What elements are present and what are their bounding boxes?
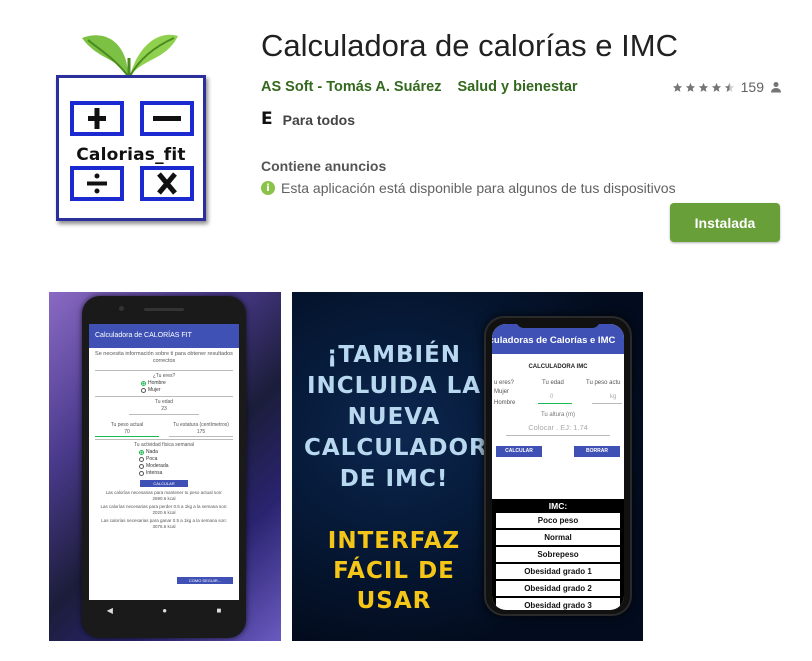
clear-button: BORRAR [574,446,620,457]
imc-buttons: CALCULAR BORRAR [492,446,624,457]
app-bar: Calculadora de CALORÍAS FIT [89,324,239,348]
availability: i Esta aplicación está disponible para a… [261,180,676,196]
age-label: Tu edad [154,399,174,405]
developer-link[interactable]: AS Soft - Tomás A. Suárez [261,79,441,95]
age-placeholder: 0 [550,394,554,400]
sex-question: u eres? [494,380,515,386]
app-bar: lculadoras de Calorías e IMC [492,324,624,354]
person-icon [771,82,781,93]
back-icon: ◀ [106,605,113,615]
calculate-button: CALCULAR [140,480,188,487]
app-title: Calculadora de calorías e IMC [261,28,678,63]
radio-male: Hombre [141,380,239,387]
more-button: COMO SEGUIR... [177,577,233,584]
phone-screen-2: lculadoras de Calorías e IMC CALCULADORA… [492,324,624,610]
imc-item: Normal [496,530,620,545]
imc-item: Sobrepeso [496,547,620,562]
height-value: 175 [196,429,206,435]
times-box [140,166,194,201]
phone-nav-bar: ◀ ● ■ [82,600,246,620]
imc-title: IMC: [548,501,568,511]
imc-form-row: u eres? Mujer Hombre Tu edad 0 Tu peso a… [492,370,624,410]
category-link[interactable]: Salud y bienestar [457,79,577,95]
leaves-icon [82,34,178,77]
divider [95,396,233,397]
subtitle: Se necesita información sobre ti para ob… [95,351,233,364]
sex-option-female: Mujer [494,389,510,395]
content-rating-label: Para todos [282,111,355,128]
screenshot-1[interactable]: Calculadora de CALORÍAS FIT Se necesita … [49,292,281,641]
divider [95,370,233,371]
activity-option: Nada [139,449,239,456]
speaker [144,308,184,311]
age-label: Tu edad [542,380,564,386]
icon-text: Calorias_fit [76,145,186,165]
content-rating: E Para todos [261,111,355,128]
camera [119,306,124,311]
weight-unit: kg [610,394,617,400]
sex-question: ¿Tu eres? [152,373,176,379]
phone-mockup-2: lculadoras de Calorías e IMC CALCULADORA… [484,316,632,616]
radio-female: Mujer [141,387,239,394]
star-half-icon [724,82,734,92]
sex-option-male: Hombre [494,400,516,406]
imc-item: Obesidad grado 2 [496,581,620,596]
result-maintain: Las calorías necesarias para mantener tu… [105,490,223,501]
weight-label: Tu peso actual [110,422,144,428]
availability-text: Esta aplicación está disponible para alg… [281,180,676,196]
divide-box [70,166,124,201]
activity-option: Moderada [139,463,239,470]
height-label: Tu altura (m) [540,412,576,418]
install-button[interactable]: Instalada [670,203,780,242]
rating-stars [672,82,735,93]
star-icon [685,82,695,92]
ads-label: Contiene anuncios [261,158,387,174]
height-label: Tu estatura (centímetros) [173,422,229,428]
imc-item: Obesidad grado 1 [496,564,620,579]
rating-count: 159 [740,79,764,95]
app-icon: Calorias_fit [52,28,210,224]
promo-subtitle: INTERFAZ FÁCIL DE USAR [327,528,461,614]
weight-label: Tu peso actu [586,380,621,386]
divider [95,439,233,440]
screenshot-2[interactable]: ¡TAMBIÉN INCLUIDA LA NUEVA CALCULADORA D… [292,292,643,641]
activity-question: Tu actividad física semanal [133,442,195,448]
minus-box [140,101,194,136]
home-icon: ● [162,605,168,615]
recents-icon: ■ [216,605,222,615]
activity-option: Intensa [139,470,239,477]
phone-mockup-1: Calculadora de CALORÍAS FIT Se necesita … [82,296,246,638]
age-underline [129,414,199,415]
star-icon [711,82,721,92]
imc-item: Poco peso [496,513,620,528]
divide-icon [87,173,107,194]
developer-row: AS Soft - Tomás A. Suárez Salud y bienes… [261,79,578,95]
info-icon: i [261,181,275,195]
imc-table: IMC: Poco peso Normal Sobrepeso Obesidad… [492,499,624,610]
rating: 159 [672,79,782,95]
star-icon [698,82,708,92]
height-placeholder: Colocar . EJ: 1.74 [528,423,588,432]
activity-option: Poca [139,456,239,463]
icon-card: Calorias_fit [56,75,206,221]
minus-icon [153,116,181,121]
esrb-e-icon: E [261,109,273,129]
imc-item: Obesidad grado 3 [496,598,620,610]
plus-box [70,101,124,136]
plus-icon [88,108,106,129]
calculate-button: CALCULAR [496,446,542,457]
result-gain: Las calorías necesarias para ganar 0.5 a… [101,518,227,529]
star-icon [672,82,682,92]
phone-screen-1: Calculadora de CALORÍAS FIT Se necesita … [89,324,239,600]
times-icon [157,172,177,195]
result-lose: Las calorías necesarias para perder 0.5 … [100,504,228,515]
promo-title: ¡TAMBIÉN INCLUIDA LA NUEVA CALCULADORA D… [304,342,507,492]
phone-notch [516,318,600,328]
age-value: 23 [161,406,167,412]
weight-value: 70 [124,429,130,435]
